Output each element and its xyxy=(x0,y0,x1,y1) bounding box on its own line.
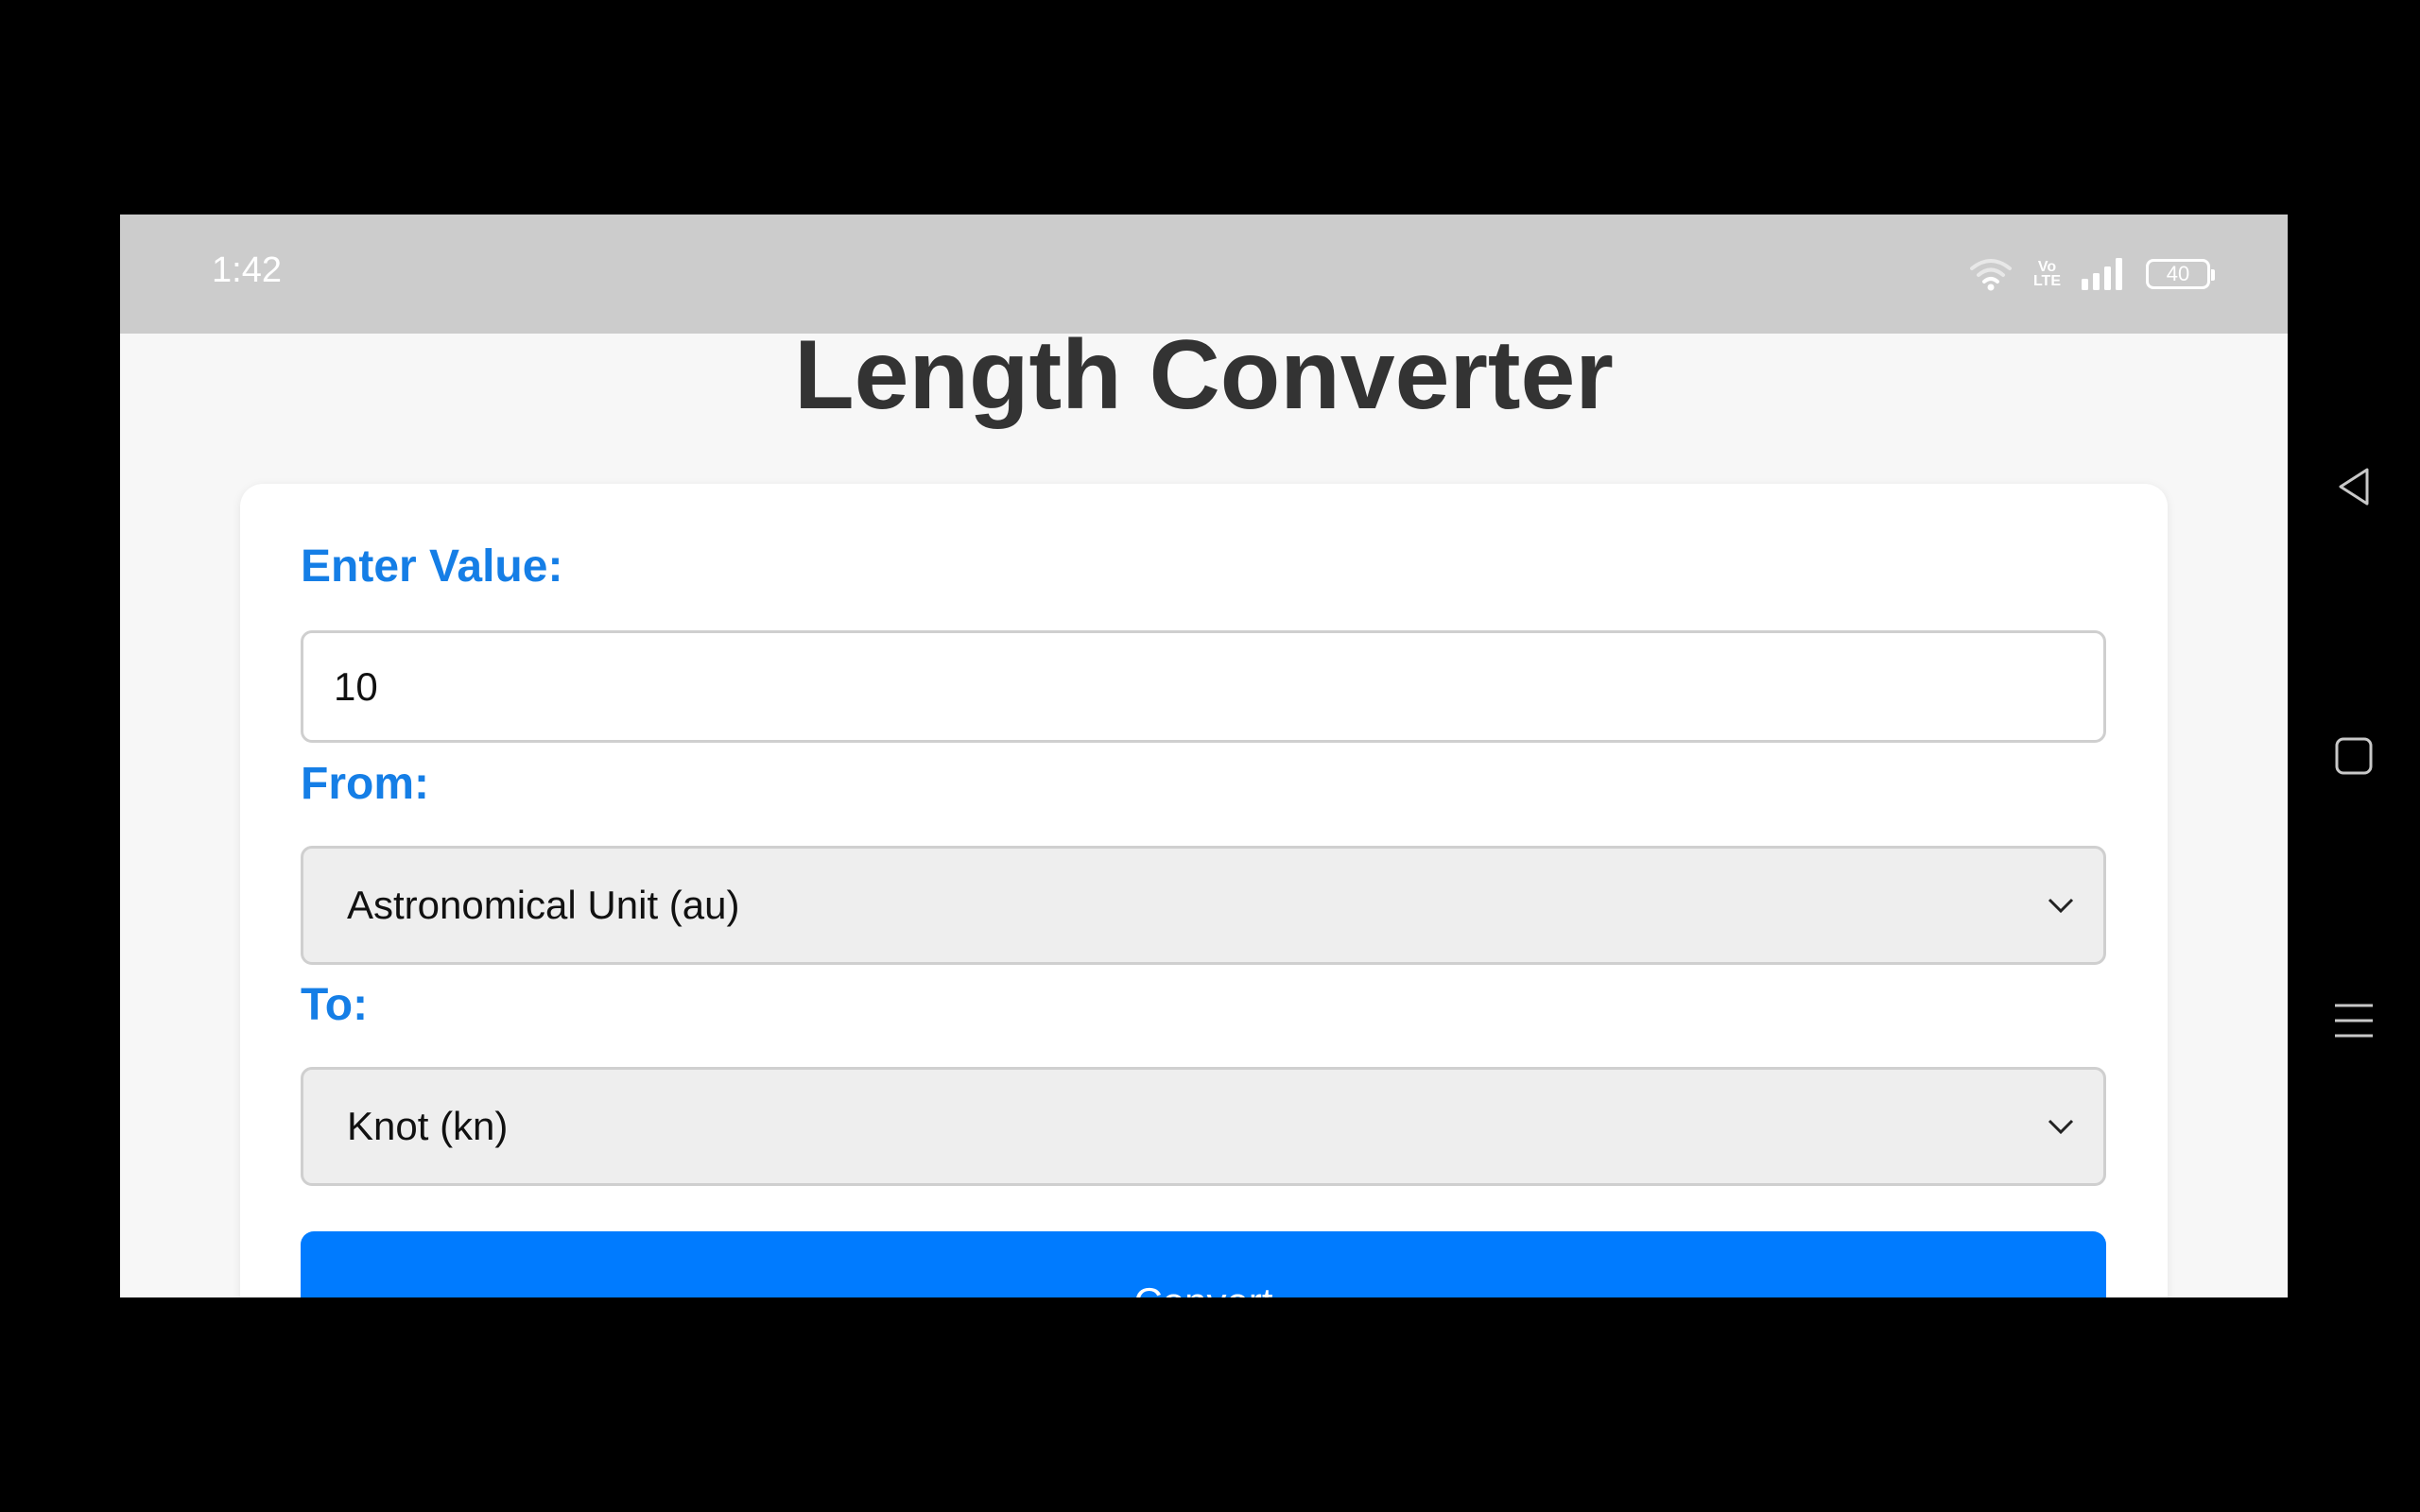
chevron-down-icon xyxy=(2048,1119,2074,1135)
recents-icon[interactable] xyxy=(2325,992,2382,1049)
status-time: 1:42 xyxy=(212,250,282,290)
signal-icon xyxy=(2082,258,2122,290)
value-input[interactable] xyxy=(301,630,2106,743)
status-icons: Vo LTE 40 xyxy=(1969,254,2215,294)
to-selected-value: Knot (kn) xyxy=(347,1104,509,1148)
value-label: Enter Value: xyxy=(301,541,563,592)
volte-icon: Vo LTE xyxy=(2032,259,2061,289)
app-screen: 1:42 Vo LTE 40 Length Converter Enter Val… xyxy=(120,215,2288,1297)
from-unit-select[interactable]: Astronomical Unit (au) xyxy=(301,846,2106,965)
status-bar: 1:42 Vo LTE 40 xyxy=(120,215,2288,334)
home-icon[interactable] xyxy=(2325,728,2382,784)
battery-icon: 40 xyxy=(2146,259,2215,289)
wifi-icon xyxy=(1969,259,2012,291)
from-label: From: xyxy=(301,759,429,809)
from-selected-value: Astronomical Unit (au) xyxy=(347,883,740,927)
chevron-down-icon xyxy=(2048,898,2074,914)
to-label: To: xyxy=(301,980,369,1030)
to-unit-select[interactable]: Knot (kn) xyxy=(301,1067,2106,1186)
back-icon[interactable] xyxy=(2325,458,2382,515)
converter-card: Enter Value: From: Astronomical Unit (au… xyxy=(240,484,2168,1297)
system-nav-bar xyxy=(2325,444,2382,1049)
convert-button[interactable]: Convert xyxy=(301,1231,2106,1297)
